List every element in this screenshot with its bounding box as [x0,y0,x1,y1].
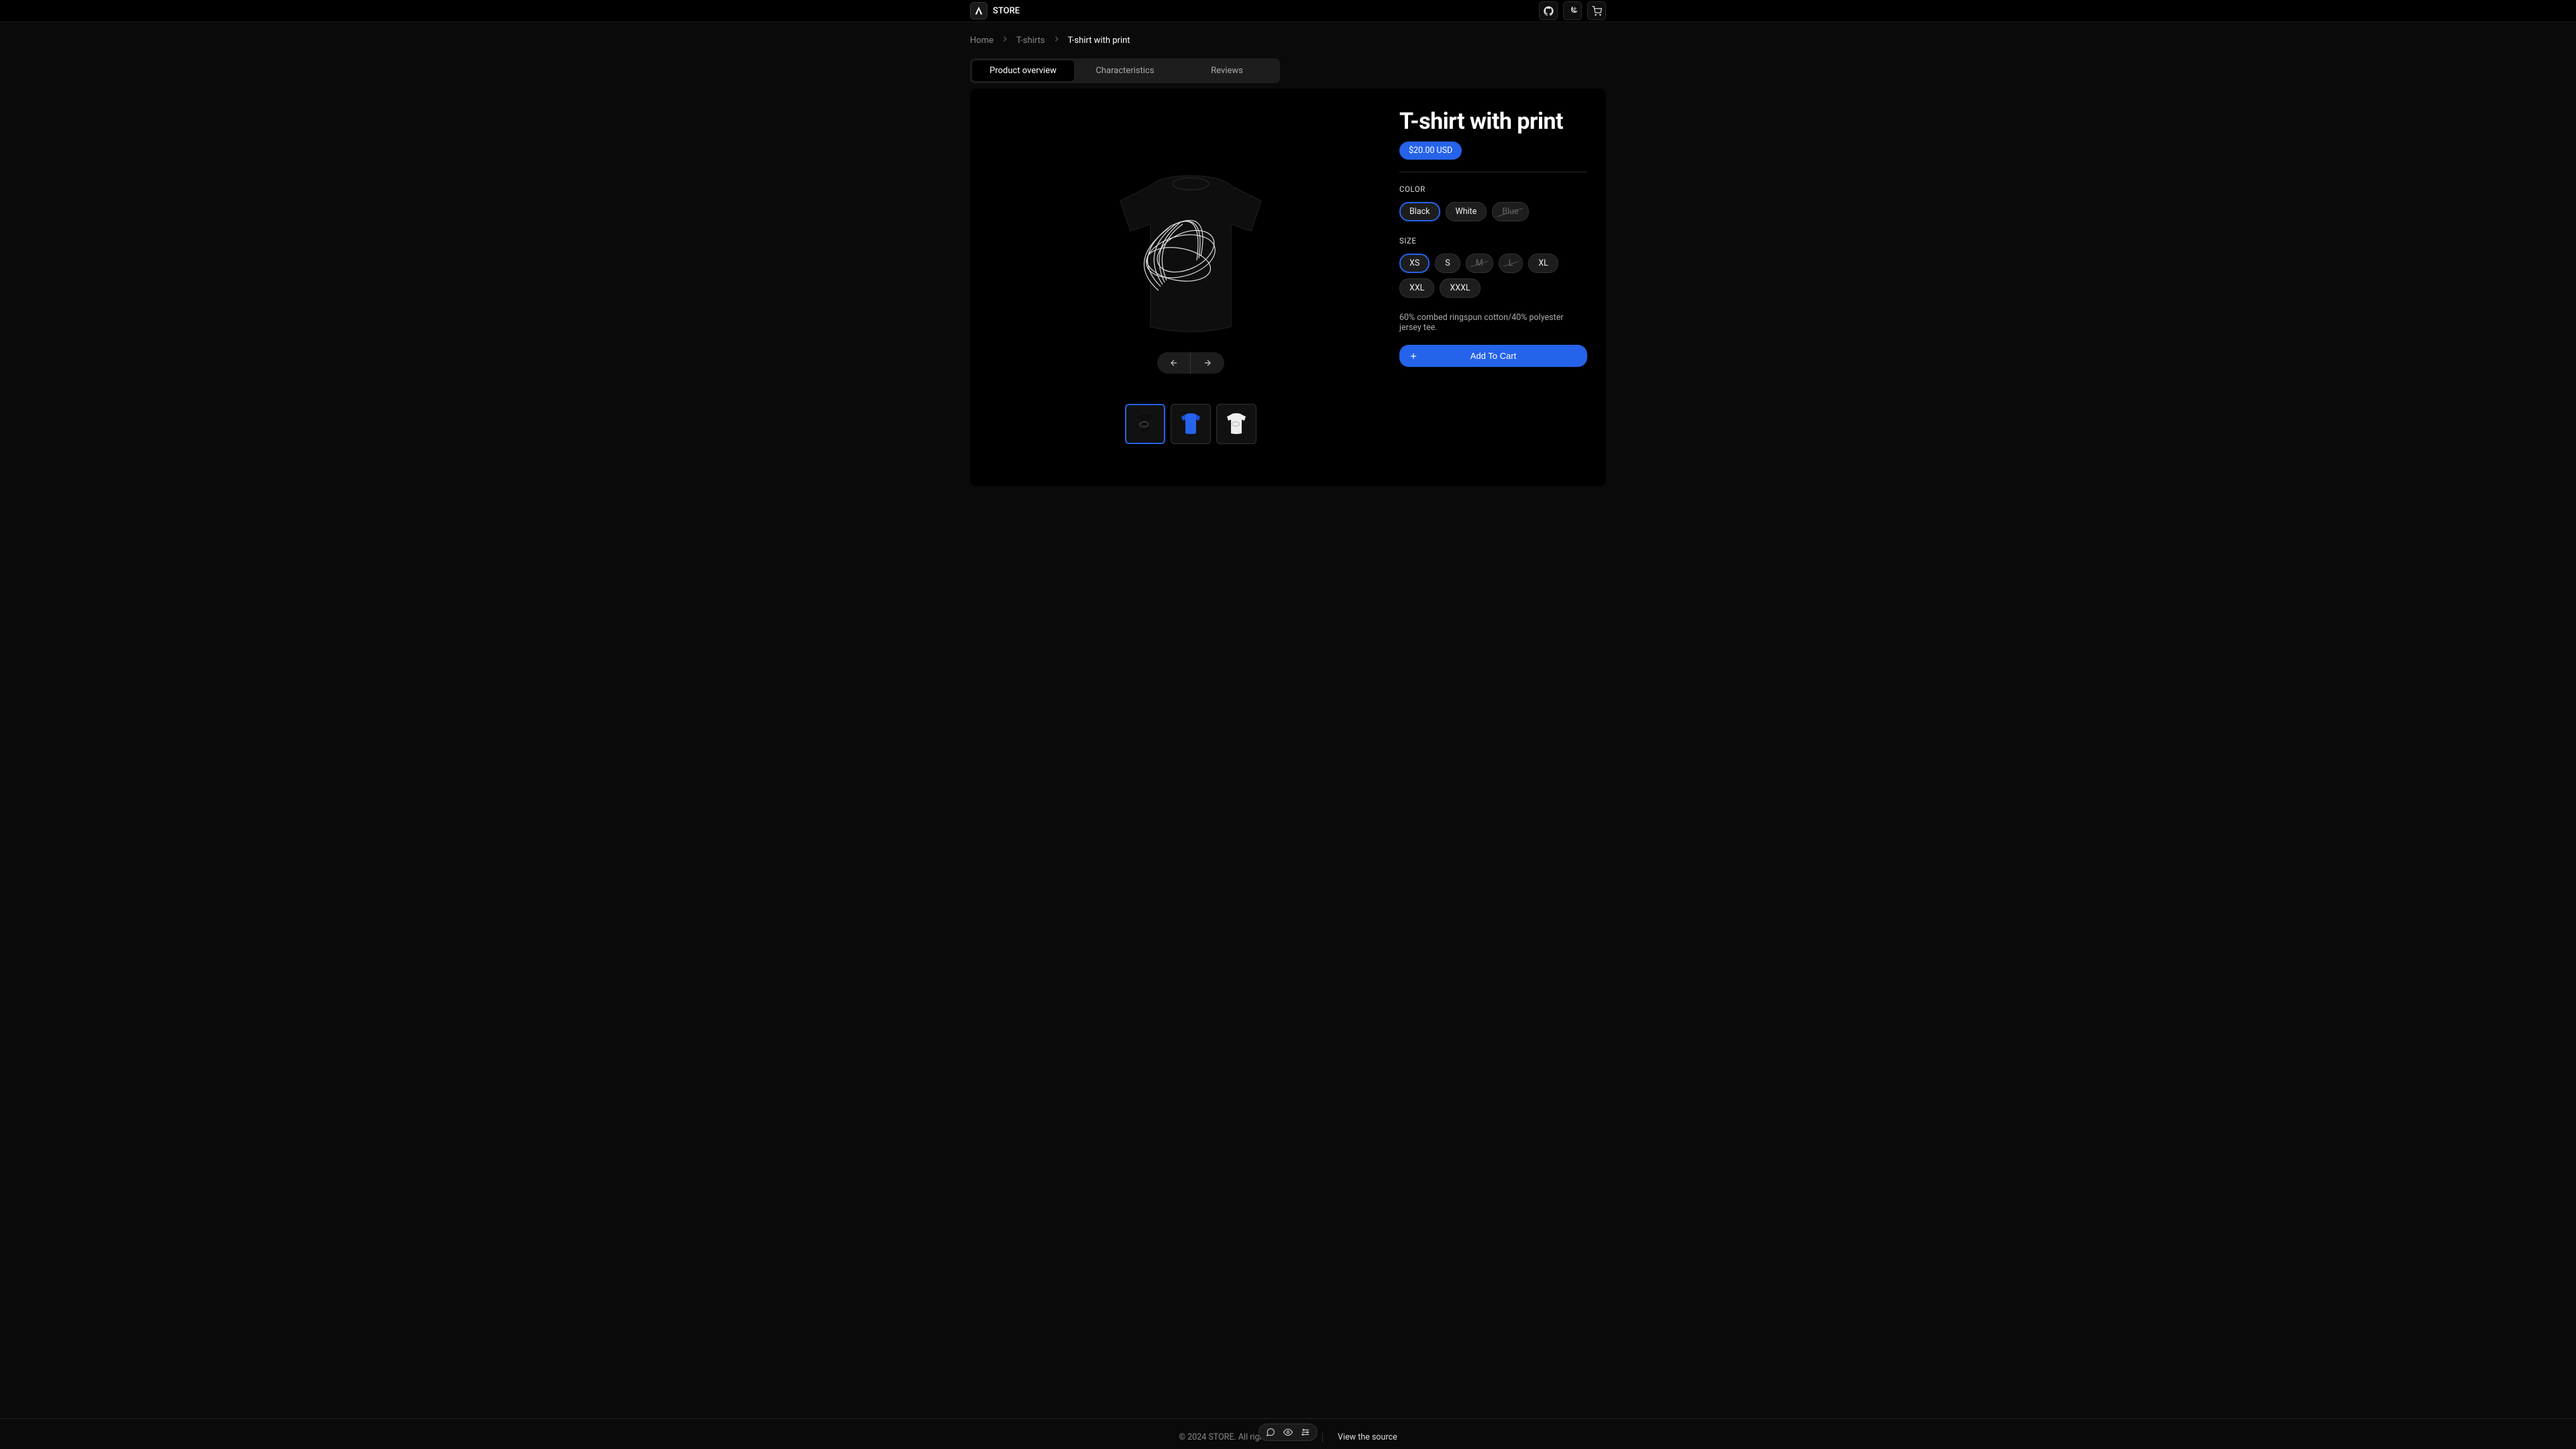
chevron-right-icon [1052,34,1061,46]
dev-toolbar [1258,1424,1318,1441]
sliders-icon[interactable] [1301,1428,1310,1437]
color-white[interactable]: White [1446,202,1487,221]
size-l: L [1499,254,1523,273]
logo-icon [970,2,987,19]
size-options: XS S M L XL XXL XXXL [1399,254,1587,298]
thumb-blue[interactable] [1171,404,1211,444]
tshirt-black-icon [1090,156,1291,357]
cart-icon [1592,6,1602,16]
tshirt-blue-thumb-icon [1177,411,1204,437]
product-title: T-shirt with print [1399,109,1587,135]
size-xs[interactable]: XS [1399,254,1430,273]
breadcrumb-home[interactable]: Home [970,36,994,46]
tshirt-white-thumb-icon [1223,411,1250,437]
cart-button[interactable] [1587,1,1606,20]
github-icon [1544,6,1554,16]
color-label: COLOR [1399,184,1587,194]
add-to-cart-label: Add To Cart [1470,351,1516,361]
size-s[interactable]: S [1435,254,1460,273]
tab-overview[interactable]: Product overview [972,60,1074,81]
add-to-cart-button[interactable]: Add To Cart [1399,345,1587,367]
product-card: T-shirt with print $20.00 USD COLOR Blac… [970,89,1606,486]
gallery-prev[interactable] [1157,352,1191,374]
site-header: STORE [0,0,2576,22]
theme-toggle[interactable] [1563,1,1582,20]
product-tabs: Product overview Characteristics Reviews [970,58,1280,83]
size-m: M [1466,254,1493,273]
size-label: SIZE [1399,236,1587,246]
size-xxl[interactable]: XXL [1399,278,1434,298]
brand-name: STORE [993,6,1020,16]
moon-icon [1568,6,1578,16]
thumb-white[interactable] [1216,404,1256,444]
color-options: Black White Blue [1399,202,1587,221]
gallery-thumbs [1125,404,1256,444]
gallery-next[interactable] [1191,352,1224,374]
chevron-right-icon [1000,34,1010,46]
color-black[interactable]: Black [1399,202,1440,221]
plus-icon [1409,352,1418,361]
footer-divider [1322,1433,1323,1442]
thumb-black[interactable] [1125,404,1165,444]
size-xxxl[interactable]: XXXL [1440,278,1480,298]
footer-source-link[interactable]: View the source [1338,1432,1397,1442]
arrow-right-icon [1203,358,1212,368]
comment-icon[interactable] [1266,1428,1275,1437]
product-details: T-shirt with print $20.00 USD COLOR Blac… [1399,109,1594,473]
product-gallery [982,109,1399,473]
breadcrumb-category[interactable]: T-shirts [1016,36,1045,46]
size-xl[interactable]: XL [1528,254,1558,273]
eye-icon[interactable] [1283,1428,1293,1437]
tshirt-black-thumb-icon [1132,411,1159,437]
gallery-nav [1157,352,1224,374]
tab-characteristics[interactable]: Characteristics [1074,60,1176,81]
breadcrumb-current: T-shirt with print [1068,36,1130,46]
github-link[interactable] [1539,1,1558,20]
arrow-left-icon [1169,358,1179,368]
color-blue: Blue [1492,202,1528,221]
price-badge: $20.00 USD [1399,142,1462,160]
product-description: 60% combed ringspun cotton/40% polyester… [1399,313,1587,333]
tab-reviews[interactable]: Reviews [1176,60,1278,81]
main-product-image [982,109,1399,404]
breadcrumb: Home T-shirts T-shirt with print [970,22,1606,58]
brand[interactable]: STORE [970,2,1020,19]
